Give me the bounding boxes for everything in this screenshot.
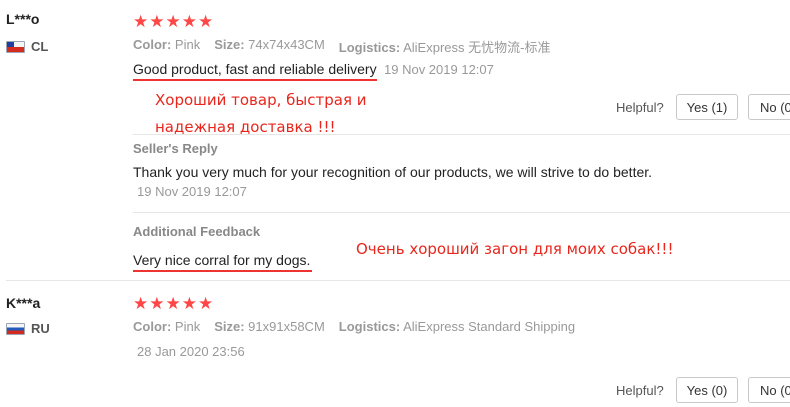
logistics-attr: Logistics: AliExpress Standard Shipping <box>338 319 576 334</box>
helpful-label: Helpful? <box>616 100 664 115</box>
review-separator <box>6 280 790 281</box>
reviewer-name: K***a <box>6 295 41 311</box>
review-text: Good product, fast and reliable delivery <box>133 61 377 77</box>
color-attr: Color: Pink <box>133 319 201 334</box>
reviewer-country: RU <box>6 321 50 336</box>
helpful-yes-button[interactable]: Yes (0) <box>676 377 738 403</box>
additional-feedback-text: Very nice corral for my dogs. <box>133 252 311 268</box>
annotation-underline <box>133 270 312 272</box>
review-date: 28 Jan 2020 23:56 <box>137 344 245 359</box>
country-code: CL <box>31 39 49 54</box>
reviewer-name: L***o <box>6 11 40 27</box>
size-attr: Size: 91x91x58CM <box>214 319 325 334</box>
reviewer-country: CL <box>6 39 48 54</box>
star-rating: ★★★★★ <box>133 12 215 31</box>
seller-reply-date: 19 Nov 2019 12:07 <box>137 184 247 199</box>
russia-flag-icon <box>6 322 25 335</box>
helpful-no-button[interactable]: No (0 <box>748 94 790 120</box>
order-attributes: Color: Pink Size: 91x91x58CM Logistics: … <box>133 319 575 334</box>
translation-line-1: Хороший товар, быстрая и <box>155 91 367 109</box>
review-date: 19 Nov 2019 12:07 <box>384 62 494 77</box>
divider <box>133 134 790 135</box>
helpful-yes-button[interactable]: Yes (1) <box>676 94 738 120</box>
color-attr: Color: Pink <box>133 37 201 52</box>
additional-feedback-translation: Очень хороший загон для моих собак!!! <box>356 240 674 258</box>
seller-reply-text: Thank you very much for your recognition… <box>133 164 653 180</box>
country-code: RU <box>31 321 50 336</box>
divider <box>133 212 790 213</box>
order-attributes: Color: Pink Size: 74x74x43CM Logistics: … <box>133 37 550 56</box>
additional-feedback-title: Additional Feedback <box>133 224 261 239</box>
seller-reply-title: Seller's Reply <box>133 141 218 156</box>
logistics-attr: Logistics: AliExpress 无忧物流-标准 <box>338 40 551 55</box>
annotation-underline <box>133 79 377 81</box>
chile-flag-icon <box>6 40 25 53</box>
helpful-no-button[interactable]: No (0 <box>748 377 790 403</box>
size-attr: Size: 74x74x43CM <box>214 37 325 52</box>
star-rating: ★★★★★ <box>133 294 215 313</box>
helpful-label: Helpful? <box>616 383 664 398</box>
